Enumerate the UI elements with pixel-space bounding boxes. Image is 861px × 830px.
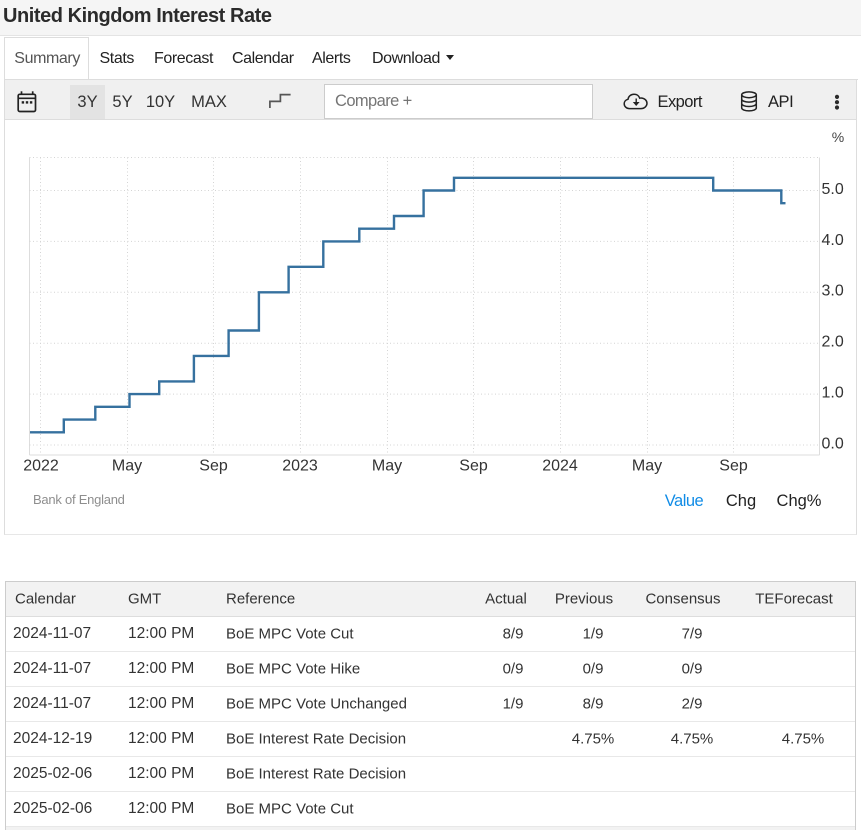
svg-text:May: May — [112, 457, 142, 474]
svg-text:4.0: 4.0 — [822, 232, 844, 249]
svg-text:%: % — [832, 129, 844, 145]
svg-text:2022: 2022 — [23, 457, 59, 474]
svg-text:2.0: 2.0 — [822, 334, 844, 351]
svg-text:3.0: 3.0 — [822, 283, 844, 300]
svg-text:May: May — [372, 457, 402, 474]
svg-text:Sep: Sep — [199, 457, 228, 474]
svg-text:May: May — [632, 457, 662, 474]
svg-text:2023: 2023 — [282, 457, 318, 474]
svg-text:1.0: 1.0 — [822, 385, 844, 402]
svg-text:Sep: Sep — [459, 457, 488, 474]
svg-text:2024: 2024 — [542, 457, 578, 474]
svg-text:0.0: 0.0 — [822, 435, 844, 452]
svg-text:Sep: Sep — [719, 457, 748, 474]
svg-text:5.0: 5.0 — [822, 181, 844, 198]
